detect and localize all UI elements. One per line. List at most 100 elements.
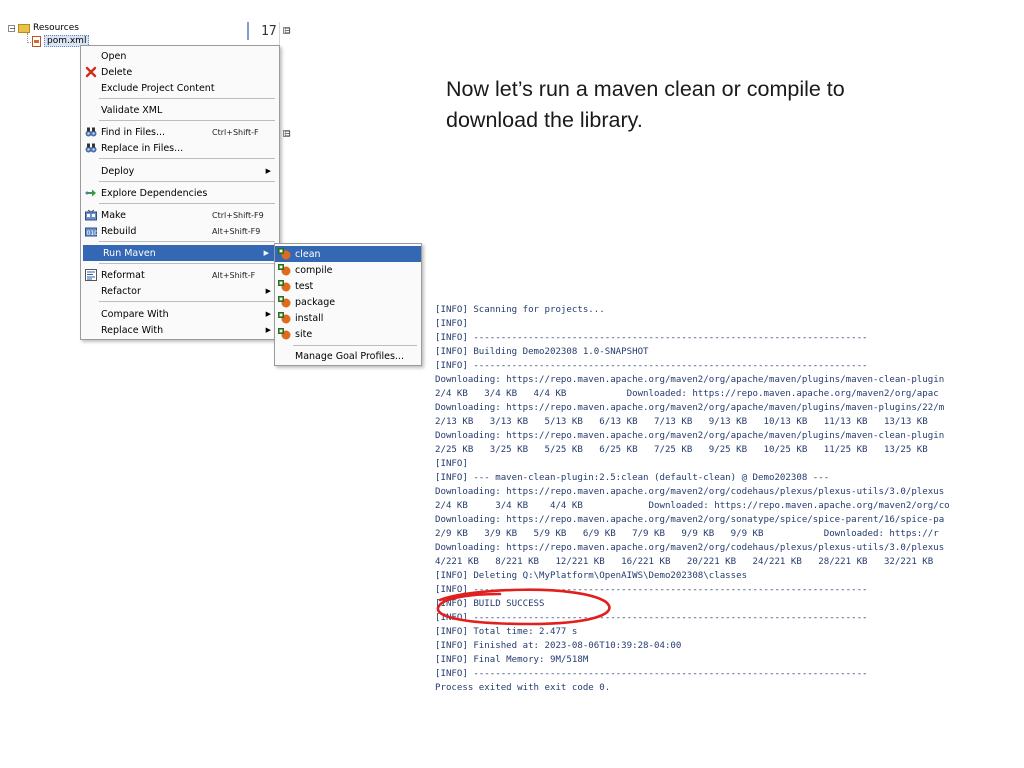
menu-item-validate-xml[interactable]: Validate XML (81, 102, 279, 118)
console-line: 4/221 KB 8/221 KB 12/221 KB 16/221 KB 20… (435, 557, 934, 567)
console-line: [INFO] Final Memory: 9M/518M (435, 655, 589, 665)
menu-item-label: Replace in Files... (101, 142, 184, 154)
submenu-arrow-icon: ▶ (265, 167, 271, 175)
menu-item-find-in-files[interactable]: Find in Files... Ctrl+Shift-F (81, 124, 279, 140)
menu-separator (293, 345, 417, 346)
menu-item-label: Explore Dependencies (101, 187, 208, 199)
goal-item-test[interactable]: test (275, 278, 421, 294)
folder-icon (18, 23, 30, 33)
maven-goal-icon (278, 296, 291, 308)
instruction-text: Now let’s run a maven clean or compile t… (446, 77, 845, 132)
submenu-arrow-icon: ▶ (265, 310, 271, 318)
console-line: [INFO] ---------------------------------… (435, 361, 868, 371)
manage-goal-profiles-item[interactable]: Manage Goal Profiles... (275, 348, 421, 364)
console-line: Process exited with exit code 0. (435, 683, 611, 693)
console-line: Downloading: https://repo.maven.apache.o… (435, 543, 945, 553)
console-line: 2/4 KB 3/4 KB 4/4 KB Downloaded: https:/… (435, 389, 939, 399)
goal-label: install (295, 312, 324, 324)
goal-item-clean[interactable]: clean (275, 246, 421, 262)
context-menu: Open Delete Exclude Project Content Vali… (80, 45, 280, 340)
console-line: [INFO] Scanning for projects... (435, 305, 605, 315)
editor-change-marker (247, 22, 249, 40)
menu-item-shortcut: Alt+Shift-F9 (212, 226, 261, 236)
make-icon (85, 209, 97, 221)
reformat-icon (85, 269, 97, 281)
tree-node-label: Resources (33, 23, 79, 33)
svg-text:010: 010 (87, 230, 98, 237)
menu-item-explore-dependencies[interactable]: Explore Dependencies (81, 185, 279, 201)
maven-file-icon (32, 35, 41, 47)
menu-separator (99, 263, 275, 264)
rebuild-icon: 010 (85, 227, 98, 237)
menu-item-label: Run Maven (103, 247, 156, 259)
goal-item-compile[interactable]: compile (275, 262, 421, 278)
maven-goal-icon (278, 264, 291, 276)
goal-label: compile (295, 264, 333, 276)
menu-separator (99, 158, 275, 159)
console-line: 2/13 KB 3/13 KB 5/13 KB 6/13 KB 7/13 KB … (435, 417, 928, 427)
menu-item-exclude-project-content[interactable]: Exclude Project Content (81, 80, 279, 96)
menu-item-compare-with[interactable]: Compare With ▶ (81, 306, 279, 322)
menu-item-shortcut: Ctrl+Shift-F9 (212, 210, 264, 220)
submenu-arrow-icon: ▶ (263, 249, 269, 257)
binoculars-icon (85, 127, 97, 137)
console-line: Downloading: https://repo.maven.apache.o… (435, 375, 945, 385)
menu-item-replace-in-files[interactable]: Replace in Files... (81, 140, 279, 156)
menu-item-shortcut: Ctrl+Shift-F (212, 127, 259, 137)
goal-item-site[interactable]: site (275, 326, 421, 342)
submenu-arrow-icon: ▶ (265, 326, 271, 334)
console-line: [INFO] ---------------------------------… (435, 333, 868, 343)
console-line: Downloading: https://repo.maven.apache.o… (435, 431, 945, 441)
binoculars-icon (85, 143, 97, 153)
menu-item-deploy[interactable]: Deploy ▶ (81, 163, 279, 179)
menu-item-shortcut: Alt+Shift-F (212, 270, 256, 280)
maven-goal-icon (278, 328, 291, 340)
goal-label: package (295, 296, 336, 308)
maven-goal-icon (278, 312, 291, 324)
goal-label: test (295, 280, 314, 292)
menu-item-replace-with[interactable]: Replace With ▶ (81, 322, 279, 338)
menu-separator (99, 181, 275, 182)
console-line: Downloading: https://repo.maven.apache.o… (435, 487, 945, 497)
fold-icon[interactable]: ⊟ (283, 27, 291, 35)
menu-item-label: Delete (101, 66, 133, 78)
goal-item-install[interactable]: install (275, 310, 421, 326)
console-line: Downloading: https://repo.maven.apache.o… (435, 515, 945, 525)
menu-item-run-maven[interactable]: Run Maven ▶ (83, 245, 277, 261)
run-maven-submenu: clean compile test package install site … (274, 243, 422, 366)
line-number: 17 (261, 24, 277, 39)
goal-item-package[interactable]: package (275, 294, 421, 310)
collapse-icon[interactable]: − (8, 24, 16, 32)
console-line: 2/25 KB 3/25 KB 5/25 KB 6/25 KB 7/25 KB … (435, 445, 928, 455)
console-line: Downloading: https://repo.maven.apache.o… (435, 403, 945, 413)
submenu-arrow-icon: ▶ (265, 287, 271, 295)
menu-item-open[interactable]: Open (81, 48, 279, 64)
fold-icon[interactable]: ⊟ (283, 130, 291, 138)
console-line: [INFO] (435, 319, 468, 329)
menu-item-label: Exclude Project Content (101, 82, 215, 94)
goal-label: site (295, 328, 313, 340)
console-line: 2/9 KB 3/9 KB 5/9 KB 6/9 KB 7/9 KB 9/9 K… (435, 529, 939, 539)
menu-item-label: Open (101, 50, 127, 62)
console-line: 2/4 KB 3/4 KB 4/4 KB Downloaded: https:/… (435, 501, 950, 511)
menu-item-label: Manage Goal Profiles... (295, 350, 404, 362)
menu-separator (99, 98, 275, 99)
delete-x-icon (85, 66, 97, 78)
menu-separator (99, 120, 275, 121)
menu-separator (99, 241, 275, 242)
menu-item-rebuild[interactable]: 010 Rebuild Alt+Shift-F9 (81, 223, 279, 239)
menu-item-reformat[interactable]: Reformat Alt+Shift-F (81, 267, 279, 283)
console-line: [INFO] Building Demo202308 1.0-SNAPSHOT (435, 347, 649, 357)
menu-item-label: Validate XML (101, 104, 163, 116)
console-line: [INFO] ---------------------------------… (435, 669, 868, 679)
maven-goal-icon (278, 248, 291, 260)
menu-item-make[interactable]: Make Ctrl+Shift-F9 (81, 207, 279, 223)
tree-node-resources[interactable]: − Resources (8, 22, 79, 34)
maven-goal-icon (278, 280, 291, 292)
menu-item-delete[interactable]: Delete (81, 64, 279, 80)
menu-item-label: Refactor (101, 285, 141, 297)
console-line: [INFO] Deleting Q:\MyPlatform\OpenAIWS\D… (435, 571, 748, 581)
menu-separator (99, 301, 275, 302)
menu-item-refactor[interactable]: Refactor ▶ (81, 283, 279, 299)
console-cut-line: -- - -- - - - ----- - -- -- -- - - - ---… (435, 296, 983, 302)
